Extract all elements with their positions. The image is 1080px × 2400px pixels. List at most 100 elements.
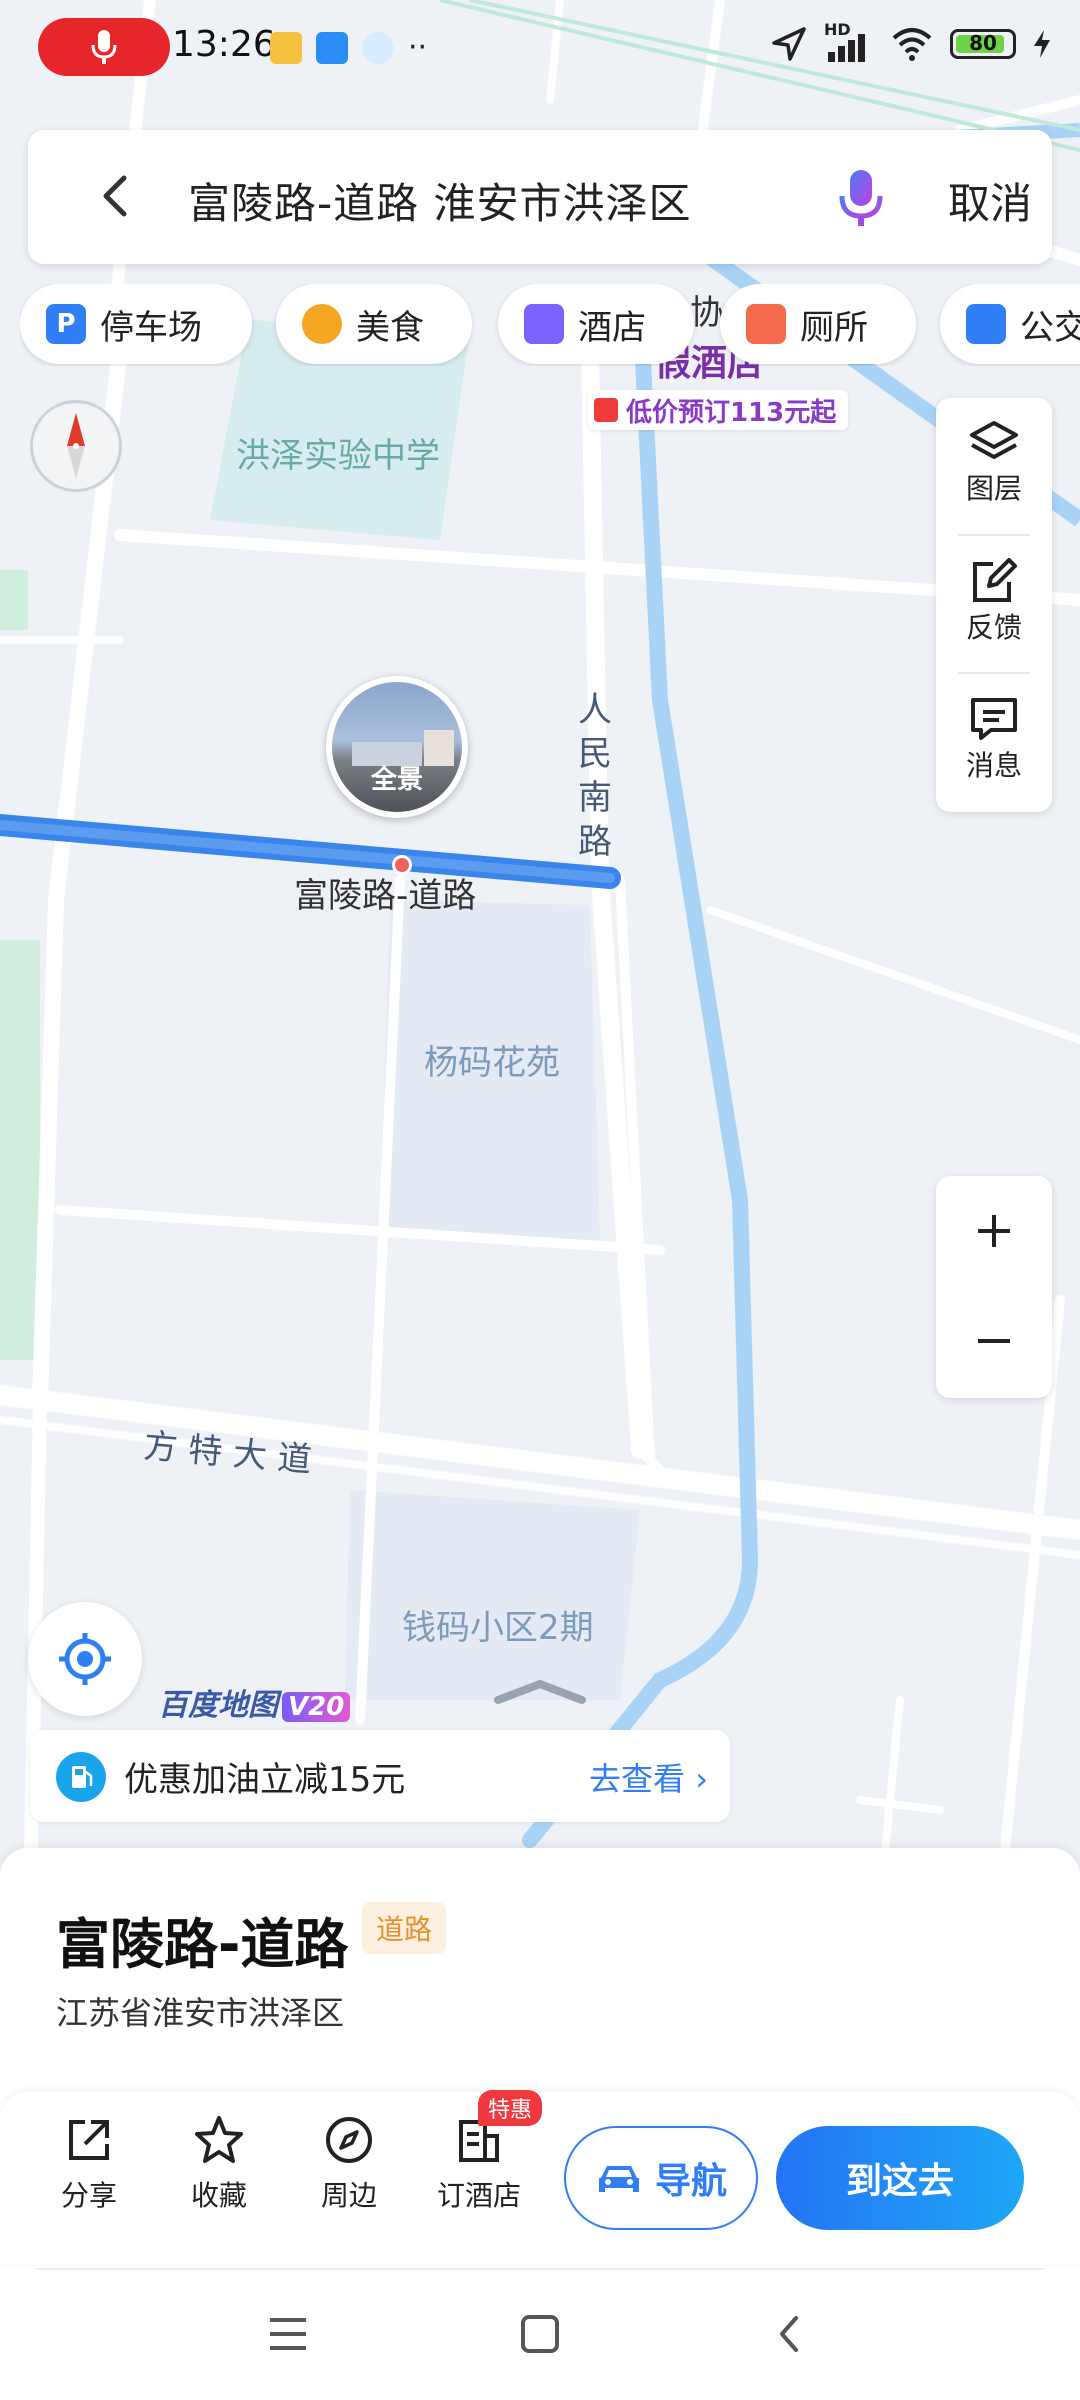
chip-label: 厕所 xyxy=(800,307,868,348)
chip-bus[interactable]: 公交 xyxy=(940,284,1080,364)
feedback-button[interactable]: 反馈 xyxy=(936,536,1052,666)
share-button[interactable]: 分享 xyxy=(34,2114,144,2214)
category-chips: P 停车场 美食 酒店 厕所 公交 xyxy=(20,284,1080,366)
navigate-button[interactable]: 导航 xyxy=(564,2126,758,2230)
share-label: 分享 xyxy=(60,2179,117,2212)
favorite-button[interactable]: 收藏 xyxy=(164,2114,274,2214)
bus-icon xyxy=(966,304,1006,344)
search-query[interactable]: 富陵路-道路 淮安市洪泽区 xyxy=(188,170,692,231)
voice-search-icon[interactable] xyxy=(828,164,894,230)
status-bar: 13:26 ·· HD 80 xyxy=(0,0,1080,96)
food-icon xyxy=(302,304,342,344)
my-location-button[interactable] xyxy=(28,1602,142,1716)
favorite-label: 收藏 xyxy=(190,2179,247,2212)
navigate-label: 导航 xyxy=(654,2161,727,2202)
car-icon xyxy=(598,2166,639,2192)
logo-text: 百度地图 xyxy=(158,1688,278,1723)
nearby-label: 周边 xyxy=(320,2179,377,2212)
chip-food[interactable]: 美食 xyxy=(276,284,472,364)
chip-label: 酒店 xyxy=(578,307,646,348)
app-notification-icon xyxy=(362,31,394,64)
selected-road-label: 富陵路-道路 xyxy=(294,876,477,916)
street-view-label: 全景 xyxy=(370,765,423,795)
fuel-promo-banner[interactable]: 优惠加油立减15元 去查看 › xyxy=(30,1730,730,1822)
chip-hotel[interactable]: 酒店 xyxy=(498,284,694,364)
search-bar[interactable]: 富陵路-道路 淮安市洪泽区 取消 xyxy=(28,130,1052,264)
layers-button[interactable]: 图层 xyxy=(936,398,1052,528)
road-char: 路 xyxy=(578,822,612,862)
street-view-thumbnail[interactable]: 全景 xyxy=(326,676,468,818)
compass-icon xyxy=(67,413,85,479)
road-char: 南 xyxy=(578,778,612,818)
book-hotel-button[interactable]: 订酒店 xyxy=(424,2114,534,2214)
wifi-icon xyxy=(892,28,932,61)
message-icon xyxy=(971,698,1017,740)
plus-icon xyxy=(978,1215,1010,1247)
clock: 13:26 xyxy=(172,24,276,65)
compass-button[interactable] xyxy=(30,400,122,492)
feedback-icon xyxy=(973,558,1017,602)
system-navigation-bar xyxy=(0,2270,1080,2400)
map-tools-panel: 图层 反馈 消息 xyxy=(936,398,1052,812)
chip-parking[interactable]: P 停车场 xyxy=(20,284,252,364)
chip-toilet[interactable]: 厕所 xyxy=(720,284,916,364)
community-label[interactable]: 钱码小区2期 xyxy=(402,1600,594,1649)
road-char: 人 xyxy=(578,690,612,730)
layers-label: 图层 xyxy=(965,472,1022,505)
coupon-icon xyxy=(594,398,618,422)
menu-icon[interactable] xyxy=(266,2314,310,2354)
place-title: 富陵路-道路 xyxy=(56,1913,349,1976)
nearby-button[interactable]: 周边 xyxy=(294,2114,404,2214)
system-status-icons: HD 80 xyxy=(770,20,1052,64)
chip-label: 美食 xyxy=(356,307,424,348)
chip-label: 停车场 xyxy=(100,307,202,348)
zoom-controls xyxy=(936,1176,1052,1398)
notification-icons: ·· xyxy=(270,30,427,65)
cancel-button[interactable]: 取消 xyxy=(948,170,1032,231)
back-arrow-icon[interactable] xyxy=(88,168,144,224)
fuel-station-icon xyxy=(56,1752,106,1802)
battery-level: 80 xyxy=(969,31,997,55)
parking-icon: P xyxy=(46,304,86,344)
baidu-map-logo: 百度地图 V20 xyxy=(158,1680,351,1724)
toilet-icon xyxy=(746,304,786,344)
battery-icon: 80 xyxy=(950,29,1016,59)
hotel-promo-badge[interactable]: 低价预订113元起 xyxy=(588,390,849,430)
go-here-button[interactable]: 到这去 xyxy=(776,2126,1024,2230)
app-notification-icon xyxy=(270,31,302,64)
special-offer-badge: 特惠 xyxy=(478,2090,543,2126)
renmin-road-label: 人 民 南 路 xyxy=(578,688,612,864)
hotel-icon xyxy=(524,304,564,344)
road-char: 民 xyxy=(578,734,612,774)
chip-label: 公交 xyxy=(1020,307,1080,348)
back-icon[interactable] xyxy=(774,2312,804,2356)
home-icon[interactable] xyxy=(518,2312,562,2356)
signal-icon: HD xyxy=(824,20,874,64)
zoom-out-button[interactable] xyxy=(936,1286,1052,1396)
hd-label: HD xyxy=(824,20,851,39)
messages-button[interactable]: 消息 xyxy=(936,674,1052,804)
hotel-promo-text: 低价预订113元起 xyxy=(626,397,837,428)
school-label[interactable]: 洪泽实验中学 xyxy=(236,428,440,477)
promo-link[interactable]: 去查看 › xyxy=(589,1754,708,1800)
zoom-in-button[interactable] xyxy=(936,1176,1052,1286)
star-icon xyxy=(195,2116,243,2163)
action-bar: 分享 收藏 周边 订酒店 特惠 导航 到这去 xyxy=(0,2090,1080,2264)
share-icon xyxy=(69,2120,109,2160)
feedback-label: 反馈 xyxy=(965,611,1022,644)
charging-icon xyxy=(1034,30,1050,58)
book-hotel-label: 订酒店 xyxy=(436,2179,521,2212)
chevron-right-icon: › xyxy=(695,1760,708,1798)
place-type-badge: 道路 xyxy=(362,1902,447,1954)
minus-icon xyxy=(978,1339,1010,1343)
layers-icon xyxy=(970,421,1018,459)
microphone-icon xyxy=(91,30,117,64)
promo-link-label: 去查看 xyxy=(589,1760,686,1798)
garden-label[interactable]: 杨码花苑 xyxy=(424,1035,560,1084)
locate-icon xyxy=(59,1633,111,1685)
logo-version: V20 xyxy=(282,1692,351,1722)
recording-indicator[interactable] xyxy=(38,18,170,76)
app-notification-icon xyxy=(316,31,348,64)
location-arrow-icon xyxy=(772,27,806,61)
messages-label: 消息 xyxy=(965,749,1022,782)
